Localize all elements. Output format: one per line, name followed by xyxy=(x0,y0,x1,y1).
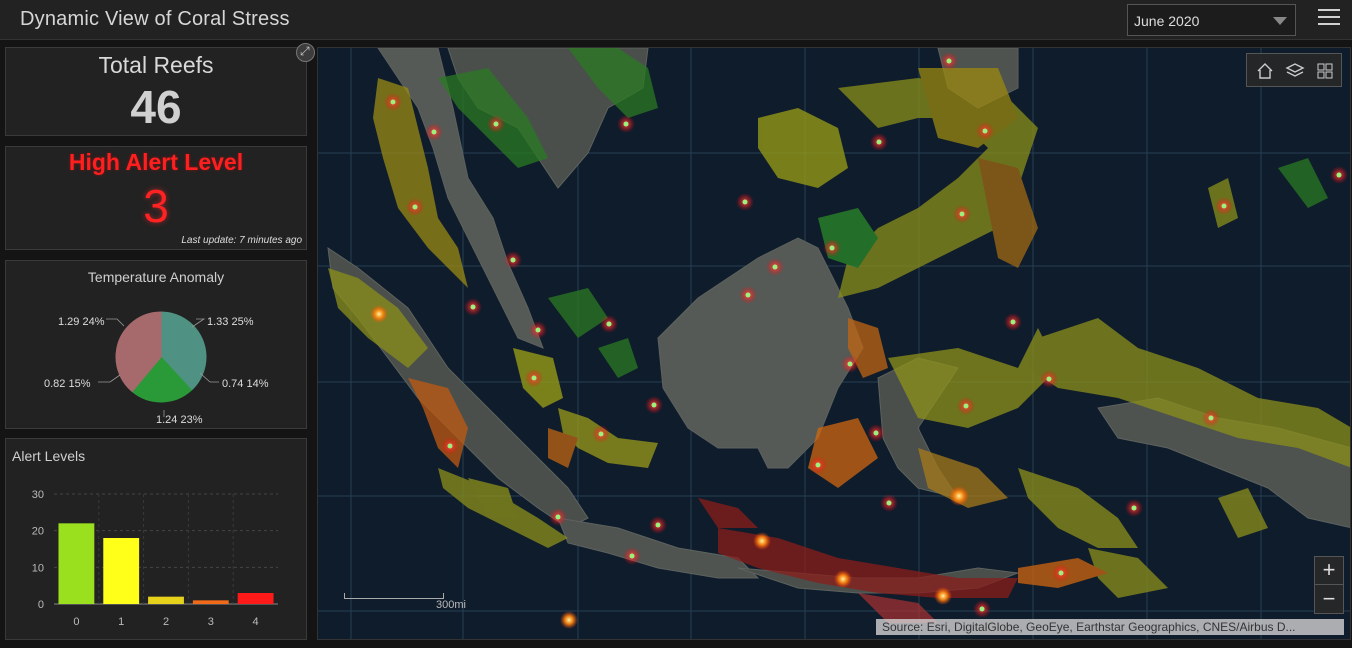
y-tick-label: 20 xyxy=(32,526,44,538)
bar-alert-level-3[interactable] xyxy=(192,600,229,604)
pie-label-5: 1.29 24% xyxy=(58,316,105,328)
layers-icon[interactable] xyxy=(1283,59,1307,83)
hamburger-menu-icon[interactable] xyxy=(1318,9,1340,31)
scale-label: 300mi xyxy=(436,599,466,611)
x-tick-label: 3 xyxy=(208,616,214,628)
pie-label-2: 0.74 14% xyxy=(222,378,269,390)
basemap-gallery-icon[interactable] xyxy=(1313,59,1337,83)
satellite-map[interactable] xyxy=(318,48,1351,640)
last-update-text: Last update: 7 minutes ago xyxy=(181,235,302,246)
pie-label-1: 1.33 25% xyxy=(207,316,254,328)
high-alert-label: High Alert Level xyxy=(68,149,244,175)
app-header: Dynamic View of Coral Stress June 2020 xyxy=(0,0,1352,40)
total-reefs-value: 46 xyxy=(130,81,182,133)
y-tick-label: 0 xyxy=(38,599,44,611)
home-icon[interactable] xyxy=(1253,59,1277,83)
scale-bar xyxy=(344,593,444,599)
app-title: Dynamic View of Coral Stress xyxy=(20,8,290,30)
expand-icon[interactable] xyxy=(296,43,315,62)
bar-alert-level-0[interactable] xyxy=(58,523,95,604)
temperature-anomaly-pie-chart: 1.33 25% 0.74 14% 1.24 23% 0.82 15% 1.29… xyxy=(44,311,269,426)
chevron-down-icon xyxy=(1273,17,1287,25)
total-reefs-panel: Total Reefs 46 xyxy=(5,47,307,136)
bar-alert-level-4[interactable] xyxy=(237,593,274,604)
bar-alert-level-1[interactable] xyxy=(103,538,140,604)
total-reefs-label: Total Reefs xyxy=(98,52,214,78)
high-alert-value: 3 xyxy=(143,180,169,232)
bar-alert-level-2[interactable] xyxy=(148,596,184,604)
zoom-control: + − xyxy=(1314,556,1344,614)
alert-levels-bar-chart: 0 10 20 30 0 1 2 3 4 xyxy=(32,489,278,628)
x-tick-label: 1 xyxy=(118,616,124,628)
pie-label-3: 1.24 23% xyxy=(156,414,203,426)
date-selector[interactable]: June 2020 xyxy=(1127,4,1296,36)
high-alert-panel: High Alert Level 3 Last update: 7 minute… xyxy=(5,146,307,250)
dashboard-app: Dynamic View of Coral Stress June 2020 T… xyxy=(0,0,1352,648)
map-attribution: Source: Esri, DigitalGlobe, GeoEye, Eart… xyxy=(876,619,1344,635)
alert-levels-panel: Alert Levels 0 10 20 30 0 1 2 3 4 xyxy=(5,438,307,640)
x-tick-label: 2 xyxy=(163,616,169,628)
temperature-anomaly-panel: Temperature Anomaly 1.33 25% 0.74 14% 1.… xyxy=(5,260,307,429)
y-tick-label: 30 xyxy=(32,489,44,501)
map-toolbar xyxy=(1246,53,1342,87)
date-selector-value: June 2020 xyxy=(1134,13,1200,29)
pie-label-4: 0.82 15% xyxy=(44,378,91,390)
map-view[interactable]: + − 300mi Source: Esri, DigitalGlobe, Ge… xyxy=(317,47,1351,640)
x-tick-label: 4 xyxy=(253,616,259,628)
pie-slice-1.29[interactable] xyxy=(115,311,162,358)
y-tick-label: 10 xyxy=(32,562,44,574)
zoom-out-button[interactable]: − xyxy=(1315,586,1343,614)
x-tick-label: 0 xyxy=(73,616,79,628)
zoom-in-button[interactable]: + xyxy=(1315,557,1343,585)
